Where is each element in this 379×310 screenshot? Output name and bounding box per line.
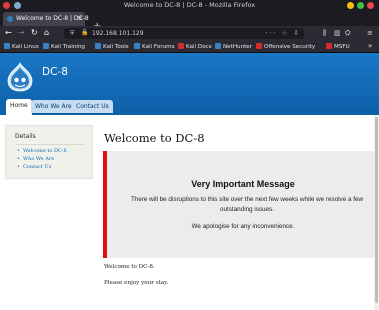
drupal-logo-icon[interactable] [6, 62, 34, 92]
offsec-bookmark-icon [256, 43, 262, 49]
bookmarks-overflow-button[interactable]: » [368, 42, 372, 50]
enjoy-paragraph: Please enjoy your stay. [104, 280, 169, 286]
sidebar-menu: Welcome to DC-8 Who We Are Contact Us [17, 147, 67, 171]
bookmark-kali-training[interactable]: Kali Training [43, 43, 85, 50]
kali-bookmark-icon [134, 43, 140, 49]
page-title: Welcome to DC-8 [104, 131, 205, 145]
window-title: Welcome to DC-8 | DC-8 - Mozilla Firefox [123, 1, 256, 9]
tab-welcome[interactable]: Welcome to DC-8 | DC-8 × [3, 12, 89, 26]
back-button[interactable]: ← [5, 28, 12, 37]
kali-bookmark-icon [43, 43, 49, 49]
bookmark-kali-tools[interactable]: Kali Tools [95, 43, 129, 50]
window-titlebar: Welcome to DC-8 | DC-8 - Mozilla Firefox [0, 0, 379, 11]
reload-button[interactable]: ↻ [31, 28, 38, 37]
bookmarks-toolbar: Kali Linux Kali Training Kali Tools Kali… [0, 41, 379, 53]
bookmark-msfu[interactable]: MSFU [326, 43, 350, 50]
site-header: DC-8 Home Who We Are Contact Us [0, 53, 379, 115]
sidebar-link-contact-us[interactable]: Contact Us [17, 163, 67, 171]
main-content-area: Details Welcome to DC-8 Who We Are Conta… [0, 115, 379, 310]
library-icon[interactable]: ⫼ [323, 29, 326, 38]
hamburger-menu-icon[interactable]: ≡ [367, 29, 373, 37]
sidebar-icon[interactable]: ▥ [334, 29, 341, 37]
bookmark-nethunter[interactable]: NetHunter [215, 43, 252, 50]
kali-bookmark-icon [4, 43, 10, 49]
msfu-bookmark-icon [326, 43, 332, 49]
bookmark-kali-docs[interactable]: Kali Docs [178, 43, 212, 50]
notice-title: Very Important Message [191, 179, 295, 189]
page-actions[interactable]: ··· ☆ ⇩ [265, 29, 301, 37]
tab-strip: Welcome to DC-8 | DC-8 × + [0, 11, 379, 32]
site-name[interactable]: DC-8 [42, 66, 68, 78]
sidebar-title: Details [15, 133, 36, 140]
welcome-paragraph: Welcome to DC-8. [104, 264, 155, 270]
maximize-button[interactable] [357, 2, 364, 9]
forward-button[interactable]: → [18, 28, 25, 37]
home-button[interactable]: ⌂ [44, 28, 49, 37]
nav-tab-home[interactable]: Home [6, 99, 32, 115]
details-sidebar-block: Details Welcome to DC-8 Who We Are Conta… [5, 125, 93, 179]
nethunter-bookmark-icon [215, 43, 221, 49]
notice-apology: We apologise for any inconvenience. [191, 223, 295, 230]
notice-body: There will be disruptions to this site o… [130, 196, 364, 213]
kali-docs-bookmark-icon [178, 43, 184, 49]
scrollbar-thumb[interactable] [375, 117, 378, 303]
tracking-shield-icon[interactable]: ⛨ [70, 30, 75, 38]
bookmark-kali-forums[interactable]: Kali Forums [134, 43, 175, 50]
sidebar-link-who-we-are[interactable]: Who We Are [17, 155, 67, 163]
bookmark-kali-linux[interactable]: Kali Linux [4, 43, 39, 50]
sidebar-divider [15, 144, 85, 145]
nav-tab-contact-us[interactable]: Contact Us [72, 100, 113, 113]
address-bar[interactable]: ⛨ 🔓 192.168.101.129 ··· ☆ ⇩ [64, 28, 304, 39]
kali-bookmark-icon [95, 43, 101, 49]
navigation-toolbar: ← → ↻ ⌂ ⛨ 🔓 192.168.101.129 ··· ☆ ⇩ ⫼ ▥ … [0, 26, 379, 41]
extensions-icon[interactable]: ⛭ [345, 29, 351, 38]
drupal-favicon-icon [7, 16, 13, 22]
minimize-button[interactable] [347, 2, 354, 9]
nav-tab-who-we-are[interactable]: Who We Are [31, 100, 76, 113]
bookmark-offensive-security[interactable]: Offensive Security [256, 43, 315, 50]
page-scrollbar[interactable] [374, 115, 379, 310]
sidebar-link-welcome[interactable]: Welcome to DC-8 [17, 147, 67, 155]
important-notice-box: Very Important Message There will be dis… [103, 151, 379, 258]
close-window-button[interactable] [367, 2, 374, 9]
insecure-lock-icon[interactable]: 🔓 [81, 29, 88, 36]
url-text[interactable]: 192.168.101.129 [92, 30, 144, 37]
tab-close-icon[interactable]: × [77, 14, 83, 22]
